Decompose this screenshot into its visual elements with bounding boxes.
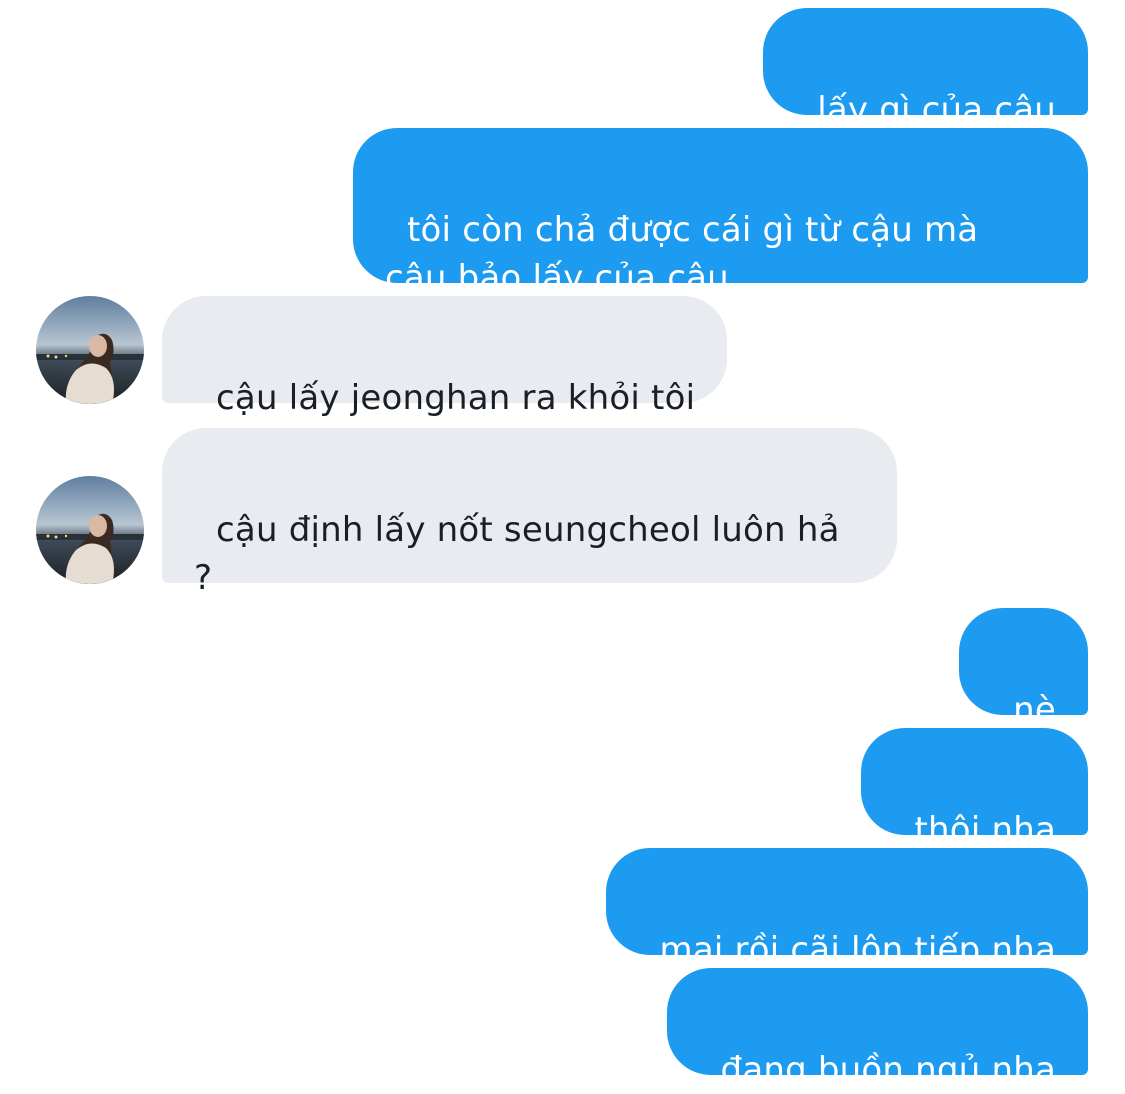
message-bubble-outgoing[interactable]: thôi nha — [860, 728, 1088, 850]
message-bubble-incoming[interactable]: cậu lấy jeonghan ra khỏi tôi — [162, 296, 728, 418]
avatar-photo-icon — [36, 476, 144, 584]
message-text: đang buồn ngủ nha — [720, 1050, 1056, 1090]
message-bubble-incoming[interactable]: cậu định lấy nốt seungcheol luôn hả ? — [162, 428, 897, 598]
message-text: cậu lấy jeonghan ra khỏi tôi — [216, 378, 696, 418]
contact-avatar[interactable] — [36, 296, 144, 404]
message-bubble-outgoing[interactable]: đang buồn ngủ nha — [666, 968, 1088, 1090]
message-bubble-outgoing[interactable]: tôi còn chả được cái gì từ cậu mà cậu bả… — [353, 128, 1088, 298]
message-text: mai rồi cãi lộn tiếp nha — [659, 930, 1056, 970]
message-bubble-outgoing[interactable]: lấy gì của cậu — [763, 8, 1088, 130]
message-bubble-outgoing[interactable]: nè — [959, 608, 1088, 730]
message-text: nè — [1013, 690, 1056, 730]
avatar-photo-icon — [36, 296, 144, 404]
message-text: thôi nha — [914, 810, 1056, 850]
contact-avatar[interactable] — [36, 476, 144, 584]
message-bubble-outgoing[interactable]: mai rồi cãi lộn tiếp nha — [605, 848, 1088, 970]
message-text: lấy gì của cậu — [817, 90, 1056, 130]
message-text: cậu định lấy nốt seungcheol luôn hả ? — [194, 510, 840, 598]
message-text: tôi còn chả được cái gì từ cậu mà cậu bả… — [385, 210, 979, 298]
